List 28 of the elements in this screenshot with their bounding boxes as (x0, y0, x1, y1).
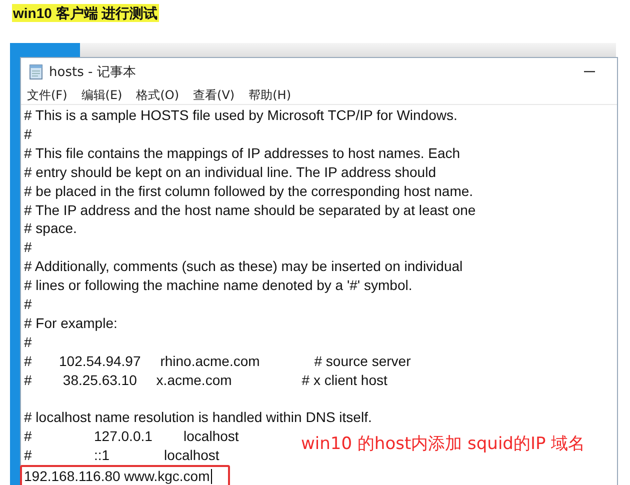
text-line: # 38.25.63.10 x.acme.com # x client host (24, 370, 388, 390)
text-line: # entry should be kept on an individual line. The IP address should (24, 162, 436, 182)
window-title: hosts - 记事本 (49, 64, 136, 81)
text-line: # localhost name resolution is handled within DNS itself. (24, 408, 372, 428)
heading: win10 客户端 进行测试 (12, 4, 159, 22)
text-line: # Additionally, comments (such as these) may be inserted on individual (24, 257, 463, 276)
text-line: # ::1 localhost (24, 446, 220, 466)
text-line: # For example: (24, 314, 118, 333)
text-line: # (24, 332, 32, 352)
notepad-icon (29, 64, 43, 80)
annotation: win10 的host内添加 squid的IP 域名 (301, 435, 586, 454)
text-line: # The IP address and the host name should be separated by at least one (24, 200, 476, 220)
text-line: # 127.0.0.1 localhost (24, 427, 239, 446)
text-line: # be placed in the first column followed by the corresponding host name. (24, 182, 474, 201)
text-line: # lines or following the machine name denoted by a '#' symbol. (24, 276, 412, 296)
minimize-icon[interactable] (584, 71, 595, 73)
text-line: # space. (24, 219, 77, 238)
text-line: # (24, 124, 32, 144)
text-line: # 102.54.94.97 rhino.acme.com # source server (24, 352, 411, 371)
menu-item[interactable]: 文件(F) (27, 86, 68, 104)
menu-item[interactable]: 查看(V) (193, 86, 235, 104)
menu-item[interactable]: 帮助(H) (248, 86, 291, 104)
menu-item[interactable]: 编辑(E) (81, 86, 122, 104)
text-line: # (24, 238, 32, 258)
text-line: # This is a sample HOSTS file used by Microsoft TCP/IP for Windows. (24, 106, 458, 125)
text-line: # This file contains the mappings of IP addresses to host names. Each (24, 144, 460, 163)
menu-item[interactable]: 格式(O) (136, 86, 180, 104)
text-line: # (24, 295, 32, 314)
